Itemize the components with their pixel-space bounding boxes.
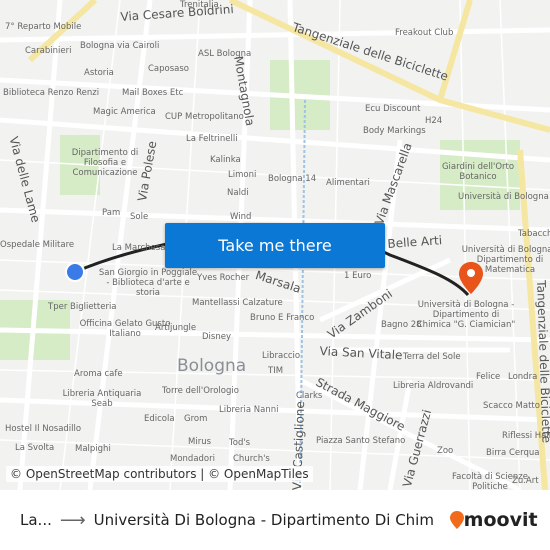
poi-label: Artijungle: [155, 323, 197, 333]
poi-label: Tod's: [229, 438, 251, 448]
poi-label: 1 Euro: [344, 271, 372, 281]
poi-label: Pam: [102, 208, 121, 218]
poi-label: Magic America: [93, 107, 156, 117]
poi-label: Mondadori: [170, 454, 215, 464]
poi-label: Università di Bologna - Dipartimento di …: [416, 300, 516, 330]
poi-label: La Marchesa: [112, 243, 166, 253]
moovit-logo-text: moovit: [463, 509, 538, 531]
poi-label: Disney: [202, 332, 231, 342]
poi-label: Bologna 14: [268, 174, 317, 184]
poi-label: Bagno 28: [381, 320, 422, 330]
poi-label: Libreria Aldrovandi: [393, 381, 474, 391]
poi-label: Libreria Nanni: [219, 405, 279, 415]
poi-label: Caposaso: [148, 64, 190, 74]
route-footer: La... ⟶ Università Di Bologna - Dipartim…: [0, 490, 550, 550]
poi-label: Libreria Antiquaria Seab: [62, 389, 142, 409]
poi-label: Giardini dell'Orto Botanico: [441, 162, 515, 182]
poi-label: 7° Reparto Mobile: [5, 22, 82, 32]
poi-label: Torre dell'Orologio: [162, 386, 239, 396]
poi-label: Zoo: [437, 446, 454, 456]
poi-label: H24: [425, 116, 443, 126]
poi-label: TIM: [268, 366, 284, 376]
poi-label: Limoni: [228, 170, 257, 180]
poi-label: Church's: [233, 454, 270, 464]
poi-label: Università di Bologna: [458, 192, 549, 202]
poi-label: Londra: [508, 372, 538, 382]
poi-label: Alimentari: [326, 178, 370, 188]
poi-label: Clarks: [296, 391, 323, 401]
origin-marker[interactable]: [65, 262, 85, 282]
origin-name: La...: [20, 511, 52, 529]
poi-label: Tabacchi: [518, 229, 550, 239]
poi-label: Yves Rocher: [197, 273, 250, 283]
arrow-right-icon: ⟶: [59, 509, 86, 531]
poi-label: San Giorgio in Poggiale - Biblioteca d'a…: [98, 268, 198, 298]
poi-label: Tper Biglietteria: [48, 302, 117, 312]
poi-label: Libraccio: [262, 351, 301, 361]
poi-label: Piazza Santo Stefano: [316, 436, 406, 446]
poi-label: CUP Metropolitano: [165, 112, 244, 122]
poi-label: Zu.Art: [512, 476, 539, 486]
city-label: Bologna: [177, 356, 247, 376]
poi-label: Naldi: [227, 188, 249, 198]
poi-label: Malpighi: [75, 444, 111, 454]
take-me-there-button[interactable]: Take me there: [165, 223, 385, 268]
poi-label: Sole: [130, 212, 149, 222]
poi-label: Body Markings: [363, 126, 426, 136]
poi-label: Scacco Matto: [483, 401, 540, 411]
poi-label: Carabinieri: [25, 46, 72, 56]
poi-label: Mail Boxes Etc: [122, 88, 184, 98]
poi-label: Biblioteca Renzo Renzi: [3, 88, 100, 98]
moovit-pin-icon: [449, 511, 464, 529]
destination-name: Università Di Bologna - Dipartimento Di …: [93, 511, 434, 529]
poi-label: Freakout Club: [395, 28, 454, 38]
poi-label: Kalinka: [210, 155, 241, 165]
poi-label: Mirus: [188, 437, 212, 447]
poi-label: Terra del Sole: [403, 352, 461, 362]
poi-label: Ecu Discount: [365, 104, 421, 114]
poi-label: Birra Cerqua: [486, 448, 540, 458]
poi-label: Bologna via Cairoli: [80, 41, 160, 51]
poi-label: Felice: [476, 372, 501, 382]
poi-label: Astoria: [84, 68, 114, 78]
poi-label: Grom: [184, 414, 208, 424]
map-attribution[interactable]: © OpenStreetMap contributors | © OpenMap…: [6, 466, 313, 482]
poi-label: Bruno E Franco: [250, 313, 315, 323]
poi-label: Ospedale Militare: [0, 240, 75, 250]
map[interactable]: 7° Reparto Mobile Carabinieri Bologna via …: [0, 0, 550, 490]
poi-label: Edicola: [144, 414, 175, 424]
poi-label: La Svolta: [15, 443, 55, 453]
poi-label: Mantellassi Calzature: [192, 298, 283, 308]
poi-label: La Feltrinelli: [186, 134, 238, 144]
poi-label: Aroma cafe: [74, 369, 123, 379]
poi-label: Hostel Il Nosadillo: [5, 424, 82, 434]
moovit-logo: moovit: [449, 509, 538, 531]
poi-label: Wind: [230, 212, 252, 222]
